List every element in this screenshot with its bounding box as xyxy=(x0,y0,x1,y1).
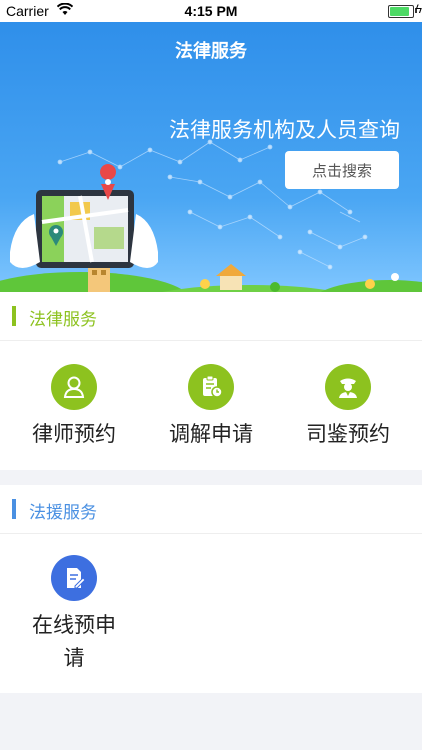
lawyer-icon xyxy=(51,364,97,410)
item-label: 调解申请 xyxy=(169,422,253,446)
banner: 法律服务 法律服务机构及人员查询 点击搜索 xyxy=(0,22,422,292)
search-button[interactable]: 点击搜索 xyxy=(285,151,399,189)
section-accent-bar xyxy=(12,499,16,519)
mediation-icon xyxy=(188,364,234,410)
section-header: 法援服务 xyxy=(0,485,422,534)
legal-services-section: 法律服务 律师预约 调解申请 司鉴预约 xyxy=(0,292,422,470)
legal-aid-section: 法援服务 在线预申请 xyxy=(0,485,422,693)
online-pre-application-button[interactable]: 在线预申请 xyxy=(14,555,134,675)
document-edit-icon xyxy=(51,555,97,601)
status-bar: Carrier 4:15 PM ϟ xyxy=(0,0,422,22)
search-title: 法律服务机构及人员查询 xyxy=(169,118,400,142)
section-accent-bar xyxy=(12,306,16,326)
charging-icon: ϟ xyxy=(415,2,422,16)
item-label: 在线预申请 xyxy=(32,613,116,670)
clock: 4:15 PM xyxy=(184,3,238,19)
item-label: 律师预约 xyxy=(32,422,116,446)
judicial-icon xyxy=(325,364,371,410)
mediation-request-button[interactable]: 调解申请 xyxy=(151,364,271,451)
item-label: 司鉴预约 xyxy=(306,422,390,446)
judicial-appraisal-button[interactable]: 司鉴预约 xyxy=(288,364,408,451)
battery-icon xyxy=(388,5,414,18)
section-header: 法律服务 xyxy=(0,292,422,341)
section-title: 法援服务 xyxy=(29,503,97,523)
lawyer-appointment-button[interactable]: 律师预约 xyxy=(14,364,134,451)
section-title: 法律服务 xyxy=(29,310,97,330)
